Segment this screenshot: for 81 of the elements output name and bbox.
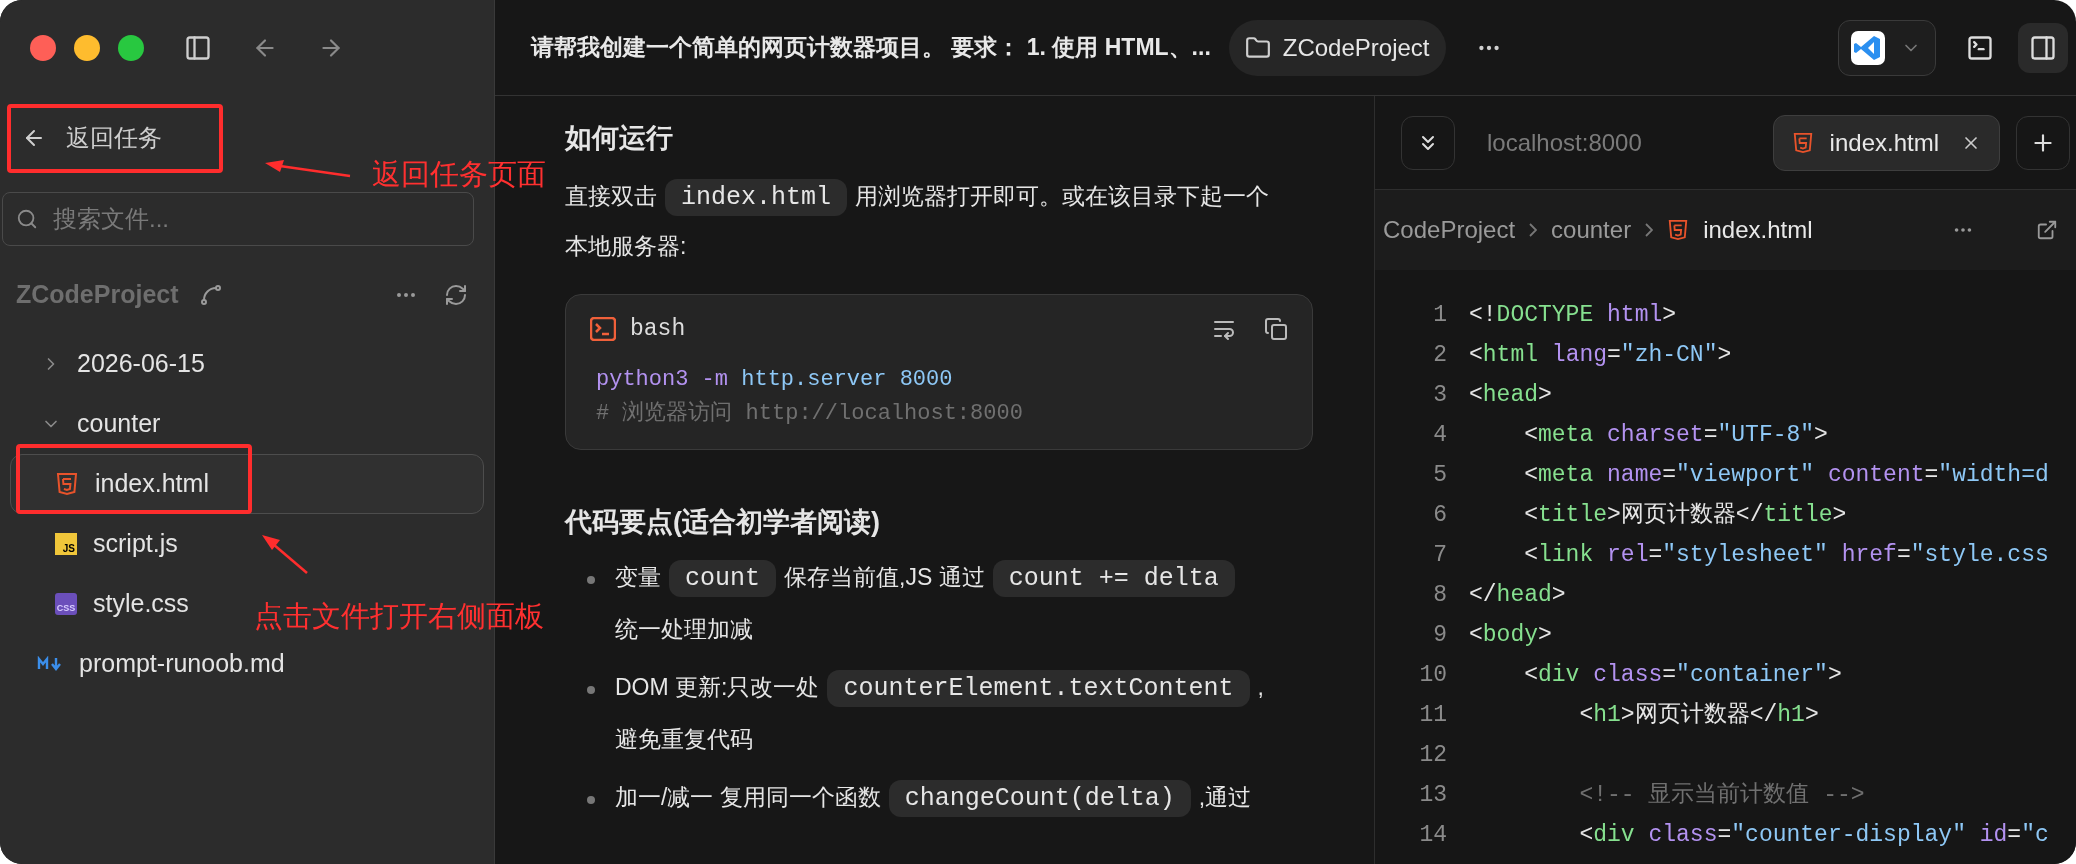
file-item[interactable]: CSS style.css <box>10 574 198 634</box>
code-line: <title>网页计数器</title> <box>1523 500 1847 530</box>
folder-icon <box>1244 34 1271 61</box>
list-item-text: 加一/减一 复用同一个函数 changeCount(delta) ,通过 <box>615 772 1265 824</box>
chevron-right-icon <box>1645 223 1654 237</box>
list-item-text: 变量 count 保存当前值,JS 通过 count += delta 统一处理加减 <box>615 552 1265 654</box>
breadcrumb-item[interactable]: CodeProject <box>1383 212 1516 248</box>
line-number: 7 <box>1432 540 1447 570</box>
line-number: 14 <box>1418 820 1447 850</box>
css-file-icon: CSS <box>55 593 77 615</box>
folder-item[interactable]: 2026-06-15 <box>10 334 214 394</box>
minimize-window-button[interactable] <box>74 35 100 61</box>
code-language: bash <box>630 314 686 344</box>
code-line: </head> <box>1469 580 1566 610</box>
code-line: <meta charset="UTF-8"> <box>1523 420 1828 450</box>
html-file-icon <box>1791 131 1814 154</box>
line-number: 2 <box>1432 340 1447 370</box>
file-item[interactable]: JS script.js <box>10 514 187 574</box>
line-number: 6 <box>1432 500 1447 530</box>
line-number: 13 <box>1418 780 1447 810</box>
sidebar-toggle-icon[interactable] <box>184 34 212 62</box>
code-line: <div class="container"> <box>1523 660 1842 690</box>
line-number: 4 <box>1432 420 1447 450</box>
code-line: <link rel="stylesheet" href="style.css <box>1523 540 2049 570</box>
code-line: <meta name="viewport" content="width=d <box>1523 460 2049 490</box>
right-panel-icon <box>2029 33 2057 62</box>
close-window-button[interactable] <box>30 35 56 61</box>
preview-tab[interactable]: localhost:8000 <box>1469 114 1660 171</box>
project-name: ZCodeProject <box>16 279 179 311</box>
paragraph: 直接双击 index.html 用浏览器打开即可。或在该目录下起一个本地服务器: <box>565 172 1285 270</box>
line-number: 3 <box>1432 380 1447 410</box>
line-number: 1 <box>1432 300 1447 330</box>
folder-item[interactable]: counter <box>10 394 170 454</box>
copy-icon[interactable] <box>1264 317 1288 341</box>
new-tab-button[interactable] <box>2016 115 2070 170</box>
project-folder-chip[interactable]: ZCodeProject <box>1228 19 1446 76</box>
breadcrumb-item[interactable]: index.html <box>1703 212 1813 248</box>
code-line: <!DOCTYPE html> <box>1469 300 1677 330</box>
code-line: # 浏览器访问 http://localhost:8000 <box>596 399 1023 428</box>
html-file-icon <box>1667 219 1690 241</box>
line-number: 9 <box>1432 620 1447 650</box>
code-line: <body> <box>1469 620 1552 650</box>
html-file-icon <box>55 472 79 496</box>
annotation-arrow <box>262 535 308 574</box>
panel-toggle-button[interactable] <box>2018 22 2068 73</box>
chevron-right-icon <box>1529 223 1538 237</box>
external-link-icon[interactable] <box>2036 219 2058 241</box>
line-number: 8 <box>1432 580 1447 610</box>
line-number: 10 <box>1418 660 1447 690</box>
branch-icon[interactable] <box>198 283 223 307</box>
search-icon <box>16 208 38 230</box>
js-file-icon: JS <box>55 533 77 555</box>
preview-tab[interactable]: index.html <box>1772 114 2000 171</box>
code-editor-icon <box>1851 30 1885 65</box>
terminal-icon[interactable] <box>1966 33 1994 62</box>
code-line: <!-- 显示当前计数值 --> <box>1578 780 1865 810</box>
section-heading: 代码要点(适合初学者阅读) <box>565 505 881 539</box>
code-line: <div class="counter-display" id="c <box>1578 820 2049 850</box>
task-title: 请帮我创建一个简单的网页计数器项目。 要求： 1. 使用 HTML、... <box>531 33 1211 63</box>
annotation-label: 返回任务页面 <box>372 160 546 189</box>
code-line: <head> <box>1469 380 1552 410</box>
code-line: python3 -m http.server 8000 <box>596 366 953 394</box>
line-number: 11 <box>1418 700 1447 730</box>
editor-picker-button[interactable] <box>1838 19 1936 76</box>
annotation-label: 点击文件打开右侧面板 <box>254 602 544 631</box>
back-to-task-button[interactable]: 返回任务 <box>0 98 174 178</box>
collapse-button[interactable] <box>1401 115 1455 170</box>
code-line: <html lang="zh-CN"> <box>1469 340 1732 370</box>
breadcrumb-item[interactable]: counter <box>1551 212 1632 248</box>
search-field[interactable]: 搜索文件... <box>2 192 474 246</box>
section-heading: 如何运行 <box>565 121 674 155</box>
list-item-text: DOM 更新:只改一处 counterElement.textContent ,避免重复代码 <box>615 662 1265 764</box>
markdown-file-icon <box>37 656 63 672</box>
file-item[interactable]: index.html <box>10 454 484 514</box>
line-number: 5 <box>1432 460 1447 490</box>
maximize-window-button[interactable] <box>118 35 144 61</box>
refresh-icon[interactable] <box>444 283 468 307</box>
file-item[interactable]: prompt-runoob.md <box>10 634 294 694</box>
line-number: 12 <box>1418 740 1447 770</box>
terminal-icon <box>590 317 616 341</box>
code-line: <h1>网页计数器</h1> <box>1578 700 1819 730</box>
